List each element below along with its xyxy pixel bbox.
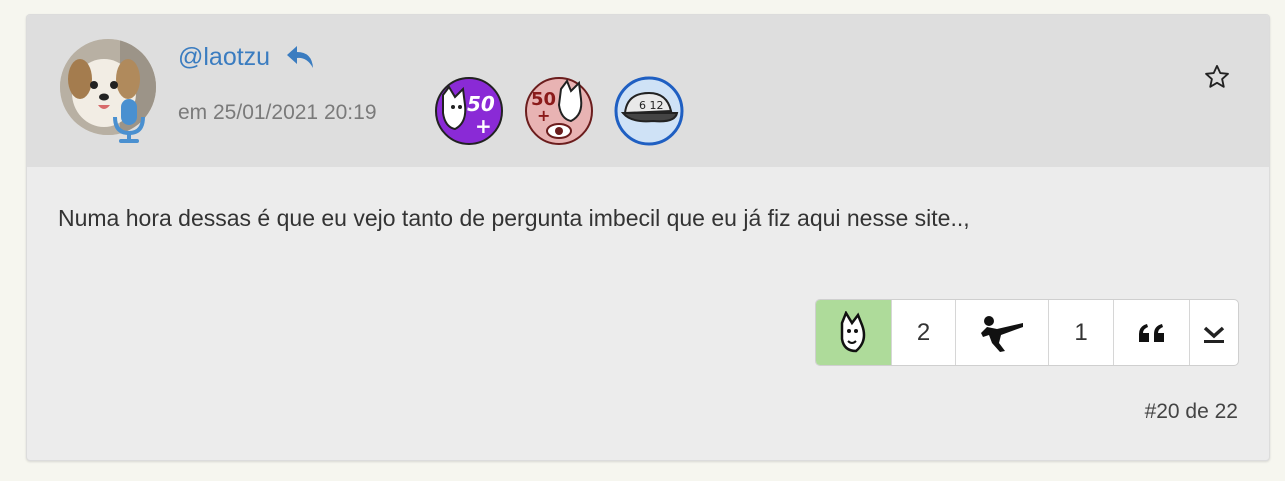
dog-50-plus-eye-badge[interactable]: 50 + xyxy=(523,75,595,147)
more-options-button[interactable] xyxy=(1190,300,1238,365)
kick-reaction-button[interactable] xyxy=(956,300,1049,365)
badge-label: 50 xyxy=(467,92,495,116)
quote-button[interactable] xyxy=(1114,300,1190,365)
post-number: #20 de 22 xyxy=(1144,400,1238,423)
username-link[interactable]: @laotzu xyxy=(178,43,270,72)
chevron-down-icon xyxy=(1203,326,1225,343)
post-header: @laotzu em 25/01/2021 20:19 50 + 50 + 6 … xyxy=(27,15,1269,167)
kick-reaction-count[interactable]: 1 xyxy=(1049,300,1114,365)
post-card: @laotzu em 25/01/2021 20:19 50 + 50 + 6 … xyxy=(26,14,1270,461)
badge-label: 6 12 xyxy=(639,99,664,112)
dog-reaction-button[interactable] xyxy=(816,300,892,365)
quote-icon xyxy=(1138,323,1164,342)
dog-reaction-count[interactable]: 2 xyxy=(892,300,956,365)
svg-text:+: + xyxy=(475,114,492,138)
reply-icon[interactable] xyxy=(285,44,315,70)
post-date: em 25/01/2021 20:19 xyxy=(178,101,377,124)
reaction-bar: 2 1 xyxy=(815,299,1239,366)
microphone-icon xyxy=(109,97,149,145)
svg-text:+: + xyxy=(537,106,550,125)
dog-50-plus-badge[interactable]: 50 + xyxy=(433,75,505,147)
dog-icon xyxy=(840,310,865,352)
star-icon[interactable] xyxy=(1203,63,1231,91)
post-message: Numa hora dessas é que eu vejo tanto de … xyxy=(58,205,970,231)
karate-kick-icon xyxy=(981,315,1023,352)
cap-612-badge[interactable]: 6 12 xyxy=(613,75,685,147)
